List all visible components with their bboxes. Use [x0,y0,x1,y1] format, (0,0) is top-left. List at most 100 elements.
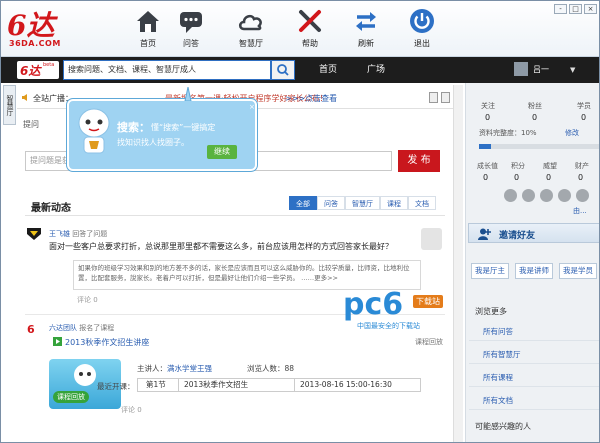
follow-label: 关注 [481,102,495,110]
add-user-icon [478,228,491,240]
tooltip-line-2: 找知识找人找圈子。 [117,138,189,147]
feed-item-action: 回答了问题 [72,230,108,238]
logo-mark: 6达 [7,9,55,42]
nav-home-link[interactable]: 首页 [319,57,337,83]
broadcast-next-button[interactable] [441,92,450,103]
points-value: 0 [514,173,520,182]
app-window: 6达 36DA.COM 首页 问答 智慧厅 帮助 刷新 退出 - □ × 6达 … [0,0,600,443]
tab-hall[interactable]: 智慧厅 [345,196,380,210]
avatar[interactable] [25,224,43,242]
toolbar-logout-button[interactable]: 退出 [397,7,447,53]
badge-icon[interactable] [540,189,553,202]
continue-button[interactable]: 继续 [207,145,237,159]
toolbar-help-button[interactable]: 帮助 [285,7,335,53]
vote-button[interactable] [421,228,442,250]
chevron-down-icon[interactable]: ▼ [570,57,575,83]
student-count[interactable]: 0 [581,113,586,122]
badge-icon[interactable] [576,189,589,202]
toolbar-hall-button[interactable]: 智慧厅 [226,7,276,53]
tab-doc[interactable]: 文档 [408,196,436,210]
comment-count[interactable]: 评论 0 [121,405,142,415]
session-row[interactable]: 第1节 2013秋季作文招生 2013-08-16 15:00-16:30 [137,378,421,392]
side-tab-hall[interactable]: 智慧厅 [3,85,16,125]
tab-qa[interactable]: 问答 [317,196,345,210]
publish-button[interactable]: 发 布 [398,150,440,172]
more-link[interactable]: 由... [573,206,587,216]
feed-title: 最新动态 [31,203,71,214]
browse-all-qa-link[interactable]: 所有问答 [469,323,599,341]
toolbar-qa-button[interactable]: 问答 [166,7,216,53]
views-count: 88 [284,364,295,373]
minimize-button[interactable]: - [554,4,567,14]
speaker-name[interactable]: 满水学堂王强 [167,364,212,373]
maximize-button[interactable]: □ [569,4,582,14]
assets-value: 0 [578,173,584,182]
speaker-label: 主讲人： [137,364,167,373]
tab-all[interactable]: 全部 [289,196,317,210]
follow-count[interactable]: 0 [485,113,490,122]
search-input[interactable]: 搜索问题、文档、课程、智慧厅成人 [63,60,271,80]
role-owner-button[interactable]: 我是厅主 [471,263,509,279]
site-logo-text: 6达 [20,64,41,78]
fans-count[interactable]: 0 [532,113,537,122]
home-icon [137,11,159,32]
power-icon [410,9,434,33]
broadcast-prev-button[interactable] [429,92,438,103]
badge-icon[interactable] [504,189,517,202]
mascot-icon [74,364,96,386]
browse-all-courses-link[interactable]: 所有课程 [469,369,599,387]
points-label: 积分 [511,162,525,170]
site-logo[interactable]: 6达 beta [17,61,59,79]
feed-item-author[interactable]: 王飞雄 [49,230,70,238]
assets-label: 财产 [575,162,589,170]
course-replay-label[interactable]: 课程回放 [415,337,443,347]
role-student-button[interactable]: 我是学员 [559,263,597,279]
nav-square-link[interactable]: 广场 [367,57,385,83]
people-you-may-know-title: 可能感兴趣的人 [475,422,531,431]
avatar[interactable] [514,62,528,76]
toolbar-label: 帮助 [302,39,318,48]
cloud-icon [238,14,262,31]
toolbar-label: 退出 [414,39,430,48]
search-icon [277,64,289,76]
toolbar-refresh-button[interactable]: 刷新 [341,7,391,53]
browse-all-halls-link[interactable]: 所有智慧厅 [469,346,599,364]
search-button[interactable] [271,60,295,80]
fans-label: 粉丝 [528,102,542,110]
tab-course[interactable]: 课程 [380,196,408,210]
growth-label: 成长值 [477,162,498,170]
feed-scrollbar[interactable] [453,85,463,442]
comment-count[interactable]: 评论 0 [77,295,98,305]
profile-completeness-bar [479,144,599,149]
search-guide-tooltip: 搜索： 懂“搜索”一键搞定 找知识找人找圈子。 继续 × [67,99,257,171]
edit-profile-link[interactable]: 修改 [565,128,579,138]
role-lecturer-button[interactable]: 我是讲师 [515,263,553,279]
feed-item-author[interactable]: 六达团队 [49,324,77,332]
window-controls: - □ × [554,4,597,14]
username[interactable]: 吕一 [533,57,549,83]
browse-all-docs-link[interactable]: 所有文档 [469,392,599,410]
toolbar-label: 问答 [183,39,199,48]
badge-icon[interactable] [558,189,571,202]
app-logo[interactable]: 6达 36DA.COM [7,6,87,50]
avatar[interactable]: 6 [25,320,43,338]
next-session-label: 最近开课： [97,382,135,391]
prestige-value: 0 [546,173,552,182]
student-label: 学员 [577,102,591,110]
growth-value: 0 [483,173,489,182]
badge-icon[interactable] [522,189,535,202]
close-button[interactable]: × [584,4,597,14]
broadcast-link[interactable]: >>>点击查看 [285,93,337,104]
refresh-icon [356,12,376,31]
divider [294,379,295,391]
ask-tab[interactable]: 提问 [23,119,39,130]
watermark-subtitle: 中国最安全的下载站 [357,322,420,330]
invite-friends-button[interactable]: 邀请好友 [468,223,599,243]
profile-completeness-label: 资料完整度：10% [479,129,537,137]
tooltip-close-button[interactable]: × [249,103,255,111]
course-title[interactable]: 2013秋季作文招生讲座 [65,337,149,348]
toolbar-label: 刷新 [358,39,374,48]
question-title[interactable]: 面对一些客户总要求打折，总说那里那里都不需要这么多，前台应该用怎样的方式回答家长… [49,241,393,252]
mascot-icon [78,108,110,154]
invite-label: 邀请好友 [499,231,536,241]
